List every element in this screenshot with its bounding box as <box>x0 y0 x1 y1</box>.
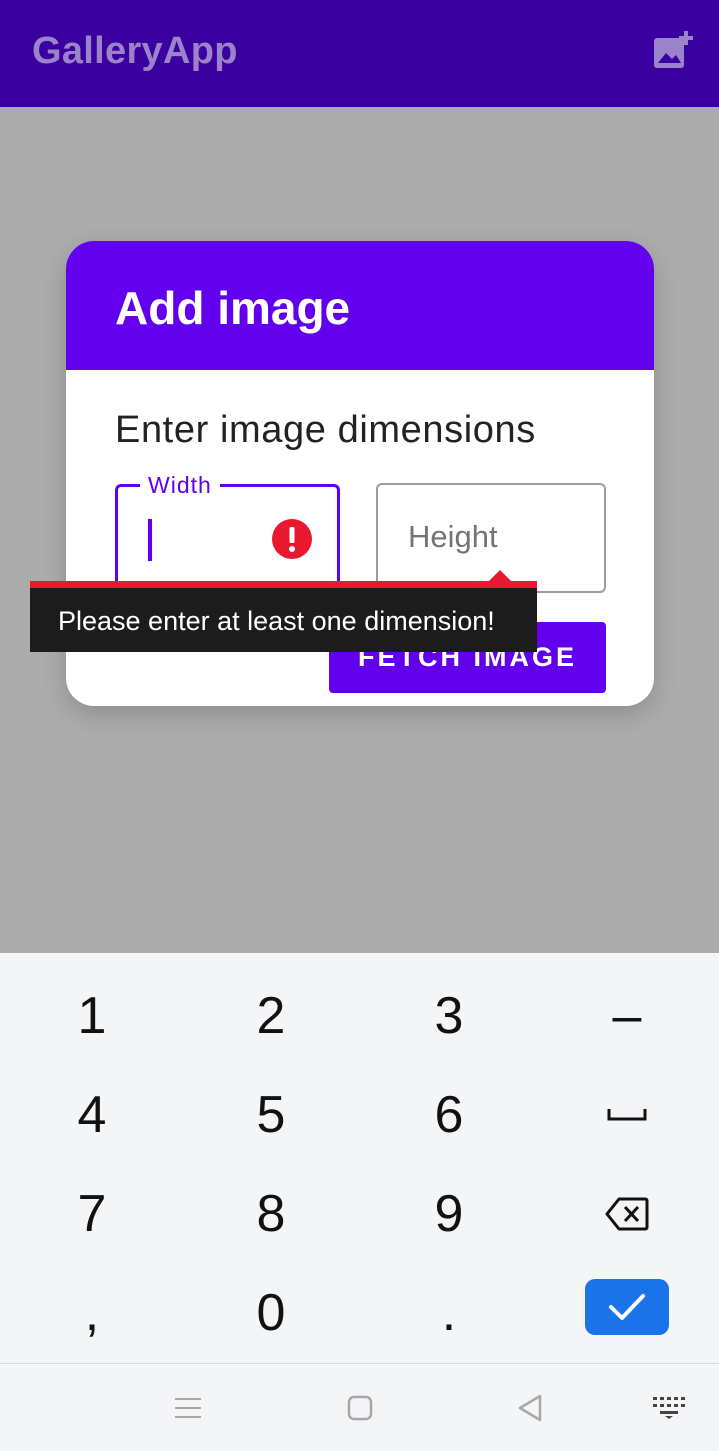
error-popup-pointer <box>489 570 511 581</box>
error-popup-accent <box>30 581 537 588</box>
space-key[interactable] <box>537 1065 717 1165</box>
app-title: GalleryApp <box>32 30 238 72</box>
key-7[interactable]: 7 <box>2 1164 182 1264</box>
menu-icon[interactable] <box>174 1396 202 1420</box>
back-triangle-icon[interactable] <box>516 1393 544 1423</box>
space-icon <box>607 1109 647 1121</box>
numeric-keyboard: 1 2 3 – 4 5 6 7 8 9 , 0 . <box>0 953 719 1363</box>
key-comma-label: , <box>84 1284 100 1342</box>
checkmark-icon <box>609 1294 645 1320</box>
key-2[interactable]: 2 <box>181 966 361 1066</box>
width-field[interactable]: Width <box>115 472 340 588</box>
key-0[interactable]: 0 <box>181 1263 361 1363</box>
key-4[interactable]: 4 <box>2 1065 182 1165</box>
key-5-label: 5 <box>256 1086 286 1144</box>
key-3[interactable]: 3 <box>359 966 539 1066</box>
key-6[interactable]: 6 <box>359 1065 539 1165</box>
dialog-title: Add image <box>115 282 351 334</box>
add-photo-icon[interactable] <box>650 30 694 74</box>
key-9-label: 9 <box>434 1185 464 1243</box>
key-1-label: 1 <box>77 987 107 1045</box>
key-8-label: 8 <box>256 1185 286 1243</box>
key-4-label: 4 <box>77 1086 107 1144</box>
key-7-label: 7 <box>77 1185 107 1243</box>
done-key[interactable] <box>585 1279 669 1335</box>
key-3-label: 3 <box>434 987 464 1045</box>
height-input[interactable] <box>396 515 610 559</box>
key-0-label: 0 <box>256 1284 286 1342</box>
key-1[interactable]: 1 <box>2 966 182 1066</box>
key-dash[interactable]: – <box>537 966 717 1066</box>
error-popup-body: Please enter at least one dimension! <box>30 588 537 652</box>
backspace-key[interactable] <box>537 1164 717 1264</box>
key-period[interactable]: . <box>359 1263 539 1363</box>
key-comma[interactable]: , <box>2 1263 182 1363</box>
dialog-header: Add image <box>66 241 654 370</box>
error-popup: Please enter at least one dimension! <box>30 570 537 652</box>
app-bar: GalleryApp <box>0 0 719 107</box>
dialog-subtitle: Enter image dimensions <box>115 409 536 451</box>
key-9[interactable]: 9 <box>359 1164 539 1264</box>
system-nav-bar <box>0 1363 719 1451</box>
error-message: Please enter at least one dimension! <box>58 606 495 636</box>
backspace-icon <box>605 1197 649 1231</box>
home-square-icon[interactable] <box>347 1395 373 1421</box>
error-icon <box>272 519 312 559</box>
key-2-label: 2 <box>256 987 286 1045</box>
key-5[interactable]: 5 <box>181 1065 361 1165</box>
key-8[interactable]: 8 <box>181 1164 361 1264</box>
text-cursor <box>148 519 152 561</box>
key-period-label: . <box>441 1284 457 1342</box>
keyboard-icon[interactable] <box>652 1396 686 1420</box>
key-dash-label: – <box>612 987 642 1045</box>
key-6-label: 6 <box>434 1086 464 1144</box>
width-field-label: Width <box>140 472 220 499</box>
